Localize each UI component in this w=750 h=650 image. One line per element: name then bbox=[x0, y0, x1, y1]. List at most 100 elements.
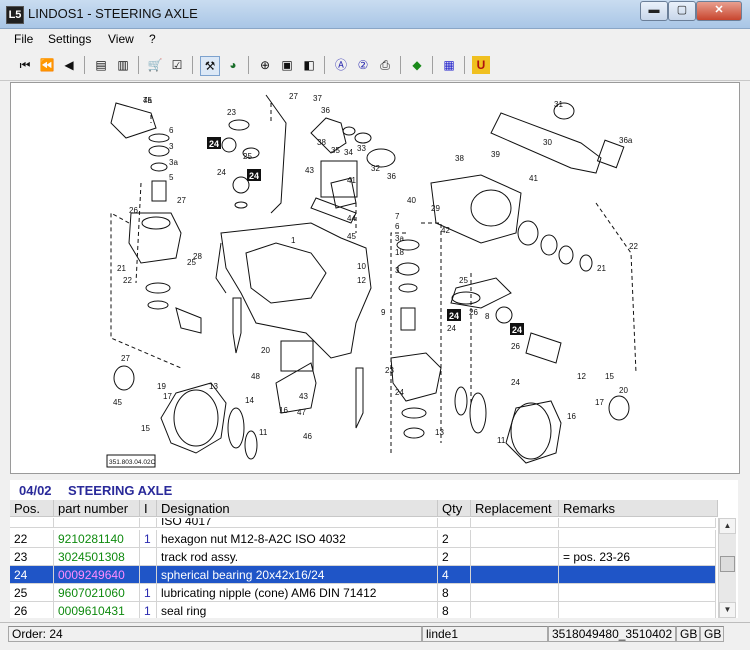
callout-number[interactable]: 9 bbox=[381, 308, 386, 317]
callout-number[interactable]: 15 bbox=[605, 372, 614, 381]
callout-number[interactable]: 27 bbox=[177, 196, 186, 205]
callout-number[interactable]: 37 bbox=[313, 94, 322, 103]
callout-number[interactable]: 23 bbox=[227, 108, 236, 117]
callout-number[interactable]: 13 bbox=[209, 382, 218, 391]
callout-number[interactable]: 19 bbox=[157, 382, 166, 391]
callout-number[interactable]: 45 bbox=[143, 96, 152, 105]
callout-number[interactable]: 3a bbox=[395, 234, 404, 243]
callout-number[interactable]: 28 bbox=[193, 252, 202, 261]
page-alt-icon[interactable]: ◧ bbox=[300, 56, 318, 74]
callout-number[interactable]: 24 bbox=[395, 388, 404, 397]
callout-number[interactable]: 21 bbox=[597, 264, 606, 273]
callout-number[interactable]: 36 bbox=[321, 106, 330, 115]
close-button[interactable]: ✕ bbox=[696, 1, 742, 21]
table-row[interactable]: 26 0009610431 1 seal ring 8 bbox=[10, 602, 716, 618]
callout-number[interactable]: 36a bbox=[619, 136, 633, 145]
callout-number[interactable]: 40 bbox=[407, 196, 416, 205]
callout-number[interactable]: 43 bbox=[299, 392, 308, 401]
tools-icon[interactable]: ⚒ bbox=[200, 56, 220, 76]
callout-number[interactable]: 38 bbox=[455, 154, 464, 163]
callout-number[interactable]: 25 bbox=[459, 276, 468, 285]
callout-number[interactable]: 34 bbox=[344, 148, 353, 157]
callout-number[interactable]: 32 bbox=[371, 164, 380, 173]
callout-number[interactable]: 26 bbox=[129, 206, 138, 215]
list-back-icon[interactable]: ▤ bbox=[92, 56, 110, 74]
table-row-selected[interactable]: 24 0009249640 spherical bearing 20x42x16… bbox=[10, 566, 716, 584]
table-row[interactable]: 22 9210281140 1 hexagon nut M12-8-A2C IS… bbox=[10, 530, 716, 548]
callout-number[interactable]: 18 bbox=[395, 248, 404, 257]
callout-number[interactable]: 39 bbox=[491, 150, 500, 159]
globe-icon[interactable]: ◕ bbox=[224, 56, 242, 74]
callout-number[interactable]: 22 bbox=[123, 276, 132, 285]
column-header-designation[interactable]: Designation bbox=[157, 500, 438, 517]
column-header-pos[interactable]: Pos. bbox=[10, 500, 54, 517]
column-header-flag[interactable]: I bbox=[140, 500, 157, 517]
column-header-remarks[interactable]: Remarks bbox=[559, 500, 718, 517]
callout-number[interactable]: 21 bbox=[117, 264, 126, 273]
first-page-icon[interactable]: ⏮ bbox=[16, 56, 34, 74]
callout-number[interactable]: 11 bbox=[259, 428, 268, 437]
previous-section-icon[interactable]: ⏪ bbox=[38, 56, 56, 74]
callout-number[interactable]: 22 bbox=[629, 242, 638, 251]
callout-number[interactable]: 12 bbox=[577, 372, 586, 381]
callout-number[interactable]: 14 bbox=[245, 396, 254, 405]
help-icon[interactable]: ② bbox=[354, 56, 372, 74]
scroll-down-icon[interactable]: ▼ bbox=[719, 602, 736, 618]
callout-number[interactable]: 15 bbox=[141, 424, 150, 433]
callout-number[interactable]: 30 bbox=[543, 138, 552, 147]
export-icon[interactable]: ◆ bbox=[408, 56, 426, 74]
callout-number[interactable]: 24 bbox=[511, 378, 520, 387]
callout-number[interactable]: 11 bbox=[497, 436, 506, 445]
callout-number[interactable]: 3 bbox=[395, 266, 400, 275]
callout-number[interactable]: 41 bbox=[347, 176, 356, 185]
callout-number[interactable]: 35 bbox=[331, 146, 340, 155]
list-forward-icon[interactable]: ▥ bbox=[114, 56, 132, 74]
callout-number[interactable]: 17 bbox=[595, 398, 604, 407]
callout-number[interactable]: 20 bbox=[619, 386, 628, 395]
callout-number[interactable]: 16 bbox=[279, 406, 288, 415]
checklist-icon[interactable]: ☑ bbox=[168, 56, 186, 74]
callout-number[interactable]: 20 bbox=[261, 346, 270, 355]
callout-number[interactable]: 45 bbox=[347, 232, 356, 241]
callout-number[interactable]: 43 bbox=[305, 166, 314, 175]
table-scrollbar[interactable]: ▲ ▼ bbox=[718, 518, 736, 618]
column-header-part-number[interactable]: part number bbox=[54, 500, 140, 517]
callout-number[interactable]: 7 bbox=[395, 212, 400, 221]
callout-number[interactable]: 16 bbox=[567, 412, 576, 421]
scroll-thumb[interactable] bbox=[720, 556, 735, 572]
cart-icon[interactable]: 🛒 bbox=[146, 56, 164, 74]
table-row[interactable]: 25 9607021060 1 lubricating nipple (cone… bbox=[10, 584, 716, 602]
print-icon[interactable]: ⎙ bbox=[376, 56, 394, 74]
callout-number[interactable]: 33 bbox=[357, 144, 366, 153]
callout-number[interactable]: 45 bbox=[113, 398, 122, 407]
callout-number[interactable]: 24 bbox=[447, 324, 456, 333]
callout-number[interactable]: 42 bbox=[441, 226, 450, 235]
callout-number[interactable]: 26 bbox=[469, 308, 478, 317]
at-icon[interactable]: Ⓐ bbox=[332, 56, 350, 74]
callout-number[interactable]: 17 bbox=[163, 392, 172, 401]
callout-number[interactable]: 5 bbox=[169, 173, 174, 182]
page-icon[interactable]: ▣ bbox=[278, 56, 296, 74]
column-header-replacement[interactable]: Replacement bbox=[471, 500, 559, 517]
zoom-icon[interactable]: ⊕ bbox=[256, 56, 274, 74]
callout-number[interactable]: 31 bbox=[554, 100, 563, 109]
callout-number[interactable]: 27 bbox=[121, 354, 130, 363]
callout-number[interactable]: 1 bbox=[291, 236, 296, 245]
callout-number[interactable]: 44 bbox=[347, 214, 356, 223]
menu-settings[interactable]: Settings bbox=[48, 32, 91, 46]
grid-icon[interactable]: ▦ bbox=[440, 56, 458, 74]
callout-number[interactable]: 10 bbox=[357, 262, 366, 271]
callout-number[interactable]: 12 bbox=[357, 276, 366, 285]
callout-number[interactable]: 47 bbox=[297, 408, 306, 417]
previous-icon[interactable]: ◀ bbox=[60, 56, 78, 74]
table-row[interactable]: ISO 4017 bbox=[10, 518, 716, 528]
menu-file[interactable]: File bbox=[14, 32, 33, 46]
column-header-qty[interactable]: Qty bbox=[438, 500, 471, 517]
callout-number[interactable]: 6 bbox=[169, 126, 174, 135]
callout-number[interactable]: 3a bbox=[169, 158, 178, 167]
callout-number[interactable]: 23 bbox=[385, 366, 394, 375]
scroll-up-icon[interactable]: ▲ bbox=[719, 518, 736, 534]
callout-number[interactable]: 25 bbox=[243, 152, 252, 161]
minimize-button[interactable]: ▬ bbox=[640, 1, 668, 21]
callout-number[interactable]: 3 bbox=[169, 142, 174, 151]
